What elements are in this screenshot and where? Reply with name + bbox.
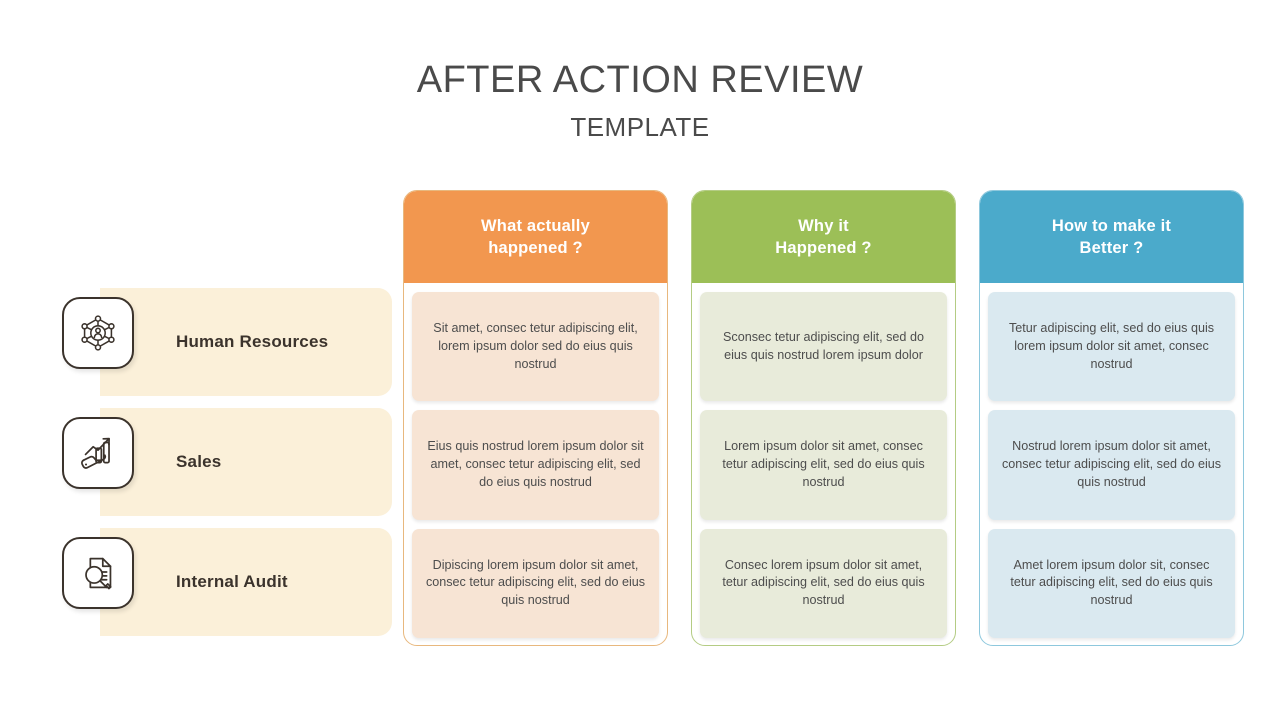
- document-magnifier-icon: [62, 537, 134, 609]
- content-cell[interactable]: Tetur adipiscing elit, sed do eius quis …: [988, 292, 1235, 402]
- column-header-line2: Better ?: [1079, 239, 1144, 257]
- column-header-line2: happened ?: [488, 239, 583, 257]
- sidebar-item-label: Human Resources: [176, 332, 329, 351]
- content-cell[interactable]: Amet lorem ipsum dolor sit, consec tetur…: [988, 528, 1235, 638]
- column-header-line1: What actually: [481, 216, 590, 235]
- column-header-line1: Why it: [798, 216, 849, 235]
- sidebar-item-human-resources[interactable]: Human Resources: [62, 288, 392, 396]
- page-title: AFTER ACTION REVIEW: [416, 59, 864, 101]
- content-cell[interactable]: Sconsec tetur adipiscing elit, sed do ei…: [700, 292, 947, 402]
- content-cell[interactable]: Eius quis nostrud lorem ipsum dolor sit …: [412, 410, 659, 520]
- sidebar-item-band: [100, 408, 392, 516]
- category-sidebar: Human Resources Sales Internal Audit: [62, 288, 392, 648]
- column-header-line1: How to make it: [1051, 216, 1172, 235]
- column-body: Sconsec tetur adipiscing elit, sed do ei…: [692, 283, 955, 645]
- column-header: Why it Happened ?: [692, 191, 955, 283]
- column-body: Tetur adipiscing elit, sed do eius quis …: [980, 283, 1243, 645]
- network-people-icon: [62, 297, 134, 369]
- column-header: How to make it Better ?: [980, 191, 1243, 283]
- column-header: What actually happened ?: [404, 191, 667, 283]
- column-body: Sit amet, consec tetur adipiscing elit, …: [404, 283, 667, 645]
- sidebar-item-sales[interactable]: Sales: [62, 408, 392, 516]
- page-subtitle: TEMPLATE: [570, 111, 710, 142]
- hand-growth-chart-icon: [62, 417, 134, 489]
- column-why-it-happened: Why it Happened ? Sconsec tetur adipisci…: [691, 190, 956, 646]
- content-cell[interactable]: Nostrud lorem ipsum dolor sit amet, cons…: [988, 410, 1235, 520]
- content-cell[interactable]: Consec lorem ipsum dolor sit amet, tetur…: [700, 528, 947, 638]
- content-cell[interactable]: Dipiscing lorem ipsum dolor sit amet, co…: [412, 528, 659, 638]
- column-header-line2: Happened ?: [775, 239, 872, 257]
- sidebar-item-internal-audit[interactable]: Internal Audit: [62, 528, 392, 636]
- sidebar-item-label: Sales: [176, 452, 222, 471]
- column-what-actually-happened: What actually happened ? Sit amet, conse…: [403, 190, 668, 646]
- content-cell[interactable]: Lorem ipsum dolor sit amet, consec tetur…: [700, 410, 947, 520]
- column-how-to-make-it-better: How to make it Better ? Tetur adipiscing…: [979, 190, 1244, 646]
- sidebar-item-label: Internal Audit: [176, 572, 288, 591]
- content-cell[interactable]: Sit amet, consec tetur adipiscing elit, …: [412, 292, 659, 402]
- page-title-block: AFTER ACTION REVIEW TEMPLATE: [0, 58, 1280, 143]
